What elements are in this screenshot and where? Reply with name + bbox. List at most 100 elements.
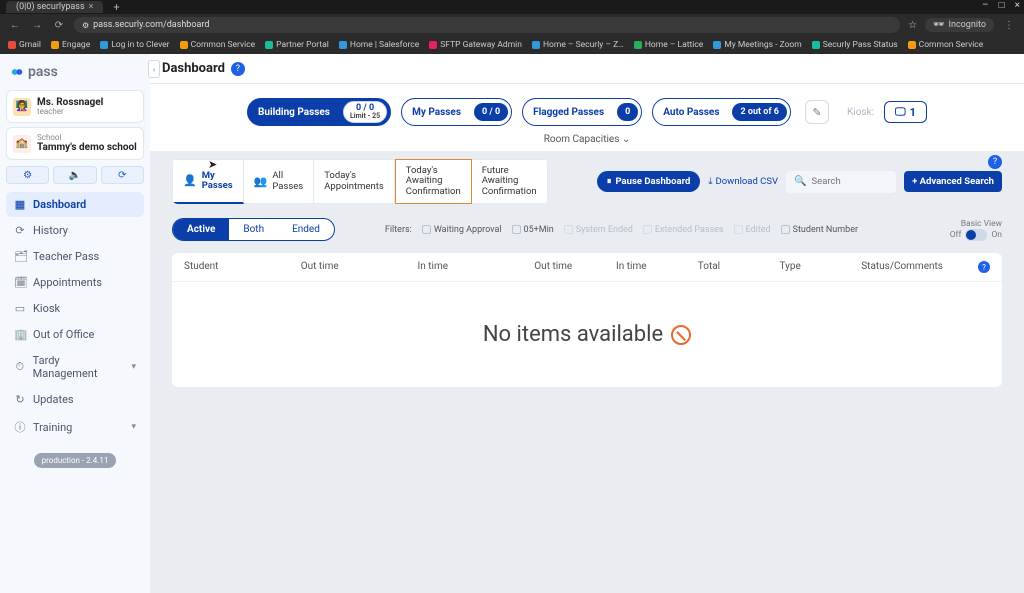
filter-waiting-approval[interactable]: Waiting Approval [422, 225, 502, 235]
my-passes-pill[interactable]: My Passes 0 / 0 [401, 98, 512, 126]
download-label: Download CSV [716, 176, 779, 187]
bookmark-item[interactable]: Partner Portal [265, 40, 329, 50]
nav-item-label: History [33, 224, 68, 237]
sidebar-item-dashboard[interactable]: ▦Dashboard [6, 192, 144, 217]
auto-passes-pill[interactable]: Auto Passes 2 out of 6 [652, 98, 791, 126]
building-passes-pill[interactable]: Building Passes 0 / 0 Limit - 25 [247, 98, 391, 126]
sidebar-item-training[interactable]: ⓘTraining▾ [6, 413, 144, 441]
room-capacities-label: Room Capacities [544, 134, 620, 145]
table-header: Out time [301, 261, 418, 273]
filters-label: Filters: [385, 225, 412, 235]
browser-tab-strip: (0|0) securlypass × + – □ × [0, 0, 1024, 14]
download-csv-link[interactable]: ⤓ Download CSV [708, 176, 778, 187]
segment-active[interactable]: Active [173, 219, 229, 240]
refresh-button[interactable]: ⟳ [101, 166, 144, 184]
checkbox-icon [512, 225, 521, 234]
edit-auto-passes-button[interactable]: ✎ [805, 100, 829, 124]
new-tab-button[interactable]: + [109, 1, 123, 14]
bookmark-item[interactable]: My Meetings - Zoom [713, 40, 801, 50]
bookmarks-bar: Gmail Engage Log in to Clever Common Servic… [0, 36, 1024, 54]
bookmark-item[interactable]: SFTP Gateway Admin [429, 40, 522, 50]
bookmark-label: Home – Lattice [645, 40, 703, 50]
window-maximize[interactable]: □ [999, 0, 1005, 11]
sidebar: ‹ pass 👩‍🏫 Ms. Rossnagel teacher 🏫 Schoo… [0, 54, 150, 593]
search-input[interactable] [812, 176, 889, 187]
status-segment: ActiveBothEnded [172, 218, 335, 241]
content-help-icon[interactable]: ? [988, 155, 1002, 169]
user-card[interactable]: 👩‍🏫 Ms. Rossnagel teacher [6, 90, 144, 123]
filter-label: Edited [746, 225, 771, 235]
nav-item-icon: ▭ [14, 302, 26, 315]
incognito-icon: 🕶 [933, 20, 944, 30]
basic-view-control: Basic View Off On [950, 219, 1002, 241]
settings-gear-button[interactable]: ⚙ [6, 166, 49, 184]
bookmark-item[interactable]: Gmail [8, 40, 41, 50]
school-label: School [37, 134, 137, 142]
bookmark-item[interactable]: Home | Salesforce [339, 40, 419, 50]
advanced-search-button[interactable]: + Advanced Search [904, 171, 1002, 192]
dashboard-tab[interactable]: 👥AllPasses [244, 159, 315, 204]
bookmark-item[interactable]: Home – Lattice [634, 40, 703, 50]
bookmark-label: Engage [62, 40, 90, 50]
flagged-passes-badge: 0 [617, 103, 638, 121]
window-minimize[interactable]: – [982, 0, 989, 11]
cursor-icon: ➤ [208, 158, 217, 171]
sidebar-item-history[interactable]: ⟳History [6, 218, 144, 243]
nav-reload-icon[interactable]: ⟳ [52, 20, 66, 31]
sidebar-item-out-of-office[interactable]: 🏢Out of Office [6, 322, 144, 347]
sound-button[interactable]: 🔈 [53, 166, 96, 184]
address-bar[interactable]: ⚙ pass.securly.com/dashboard [74, 17, 900, 33]
basic-view-toggle[interactable] [965, 229, 987, 241]
bookmark-item[interactable]: Engage [51, 40, 90, 50]
sidebar-collapse-handle[interactable]: ‹ [148, 60, 160, 78]
dashboard-tab[interactable]: Today'sAppointments [314, 159, 395, 204]
flagged-passes-pill[interactable]: Flagged Passes 0 [522, 98, 642, 126]
bookmark-star-icon[interactable]: ☆ [908, 20, 917, 31]
school-card[interactable]: 🏫 School Tammy's demo school [6, 127, 144, 160]
bookmark-item[interactable]: Common Service [908, 40, 984, 50]
tab-close-icon[interactable]: × [89, 2, 94, 12]
table-help-icon[interactable]: ? [978, 261, 990, 273]
browser-tab[interactable]: (0|0) securlypass × [6, 1, 103, 13]
header-help-icon[interactable]: ? [231, 62, 245, 76]
nav-forward-icon[interactable]: → [30, 20, 44, 31]
bookmark-item[interactable]: Securly Pass Status [812, 40, 898, 50]
window-close[interactable]: × [1015, 0, 1020, 11]
nav-back-icon[interactable]: ← [8, 20, 22, 31]
segment-both[interactable]: Both [229, 219, 278, 240]
checkbox-icon [643, 225, 652, 234]
pause-dashboard-button[interactable]: ⏸ Pause Dashboard [597, 171, 701, 192]
passes-table: StudentOut timeIn timeOut timeIn timeTot… [172, 253, 1002, 387]
sidebar-item-teacher-pass[interactable]: 🗂Teacher Pass [6, 244, 144, 269]
segment-ended[interactable]: Ended [278, 219, 334, 240]
browser-toolbar: ← → ⟳ ⚙ pass.securly.com/dashboard ☆ 🕶 I… [0, 14, 1024, 36]
bookmark-favicon [908, 41, 916, 49]
sidebar-item-tardy-management[interactable]: ⏱Tardy Management▾ [6, 348, 144, 386]
dashboard-tab[interactable]: FutureAwaitingConfirmation [472, 159, 548, 204]
nav-item-label: Kiosk [33, 302, 60, 315]
kiosk-badge[interactable]: 🖵 1 [884, 101, 927, 123]
bookmark-item[interactable]: Common Service [180, 40, 256, 50]
filter-student-number[interactable]: Student Number [781, 225, 858, 235]
pause-icon: ⏸ [607, 176, 612, 187]
sidebar-item-updates[interactable]: ↻Updates [6, 387, 144, 412]
summary-row: Building Passes 0 / 0 Limit - 25 My Pass… [150, 84, 1024, 151]
room-capacities-toggle[interactable]: Room Capacities ⌄ [544, 130, 631, 145]
table-header-row: StudentOut timeIn timeOut timeIn timeTot… [172, 253, 1002, 282]
building-passes-label: Building Passes [248, 107, 340, 118]
sidebar-item-appointments[interactable]: 🗓Appointments [6, 270, 144, 295]
dashboard-tabs: 👤MyPasses👥AllPassesToday'sAppointmentsTo… [172, 159, 548, 204]
bookmark-label: Gmail [19, 40, 41, 50]
sidebar-item-kiosk[interactable]: ▭ Kiosk [6, 296, 144, 321]
dashboard-tab[interactable]: Today'sAwaitingConfirmation [395, 159, 472, 204]
filter-label: Extended Passes [655, 225, 724, 235]
site-settings-icon[interactable]: ⚙ [82, 21, 89, 30]
browser-menu-icon[interactable]: ⋮ [1002, 20, 1016, 31]
toggle-on-label: On [991, 230, 1002, 240]
filter-05-min[interactable]: 05+Min [512, 225, 554, 235]
bookmark-item[interactable]: Log in to Clever [100, 40, 169, 50]
flagged-passes-label: Flagged Passes [523, 107, 614, 118]
pause-label: Pause Dashboard [615, 176, 690, 187]
bookmark-item[interactable]: Home – Securly – Z… [532, 40, 624, 50]
search-box[interactable]: 🔍 [786, 171, 896, 193]
